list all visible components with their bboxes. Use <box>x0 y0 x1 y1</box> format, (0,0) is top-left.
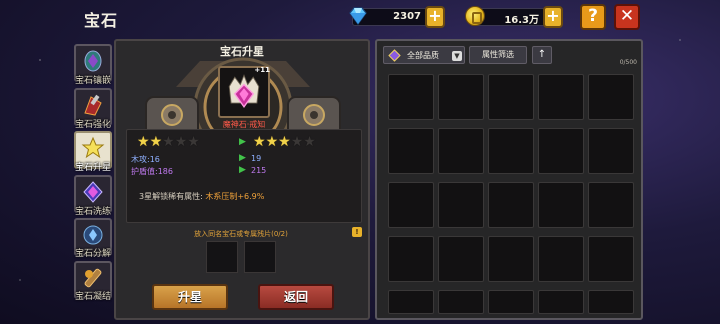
diamond-counter: 2307 + <box>349 6 445 28</box>
star-filled-icon: ★ <box>149 134 163 150</box>
inventory-slot[interactable] <box>488 74 534 120</box>
inventory-slot[interactable] <box>388 236 434 282</box>
star-filled-icon: ★ <box>137 134 150 150</box>
gem-decompose-icon <box>83 225 103 245</box>
gem-enhance-icon <box>84 94 102 116</box>
material-slot[interactable] <box>244 241 276 273</box>
inventory-slot[interactable] <box>588 236 634 282</box>
sidebar-item-label: 宝石凝结 <box>74 292 111 302</box>
gold-counter: 16.3万 + <box>465 6 563 28</box>
diamond-icon <box>349 7 367 26</box>
diamond-amount: 2307 <box>393 11 421 22</box>
inventory-capacity: 0/500 <box>619 59 637 66</box>
inventory-slot[interactable] <box>438 74 484 120</box>
inventory-slot[interactable] <box>438 128 484 174</box>
quality-filter-dropdown[interactable]: 全部品质 ▼ <box>383 46 465 64</box>
add-gold-button[interactable]: + <box>543 6 563 28</box>
chevron-down-icon: ▼ <box>452 51 462 61</box>
inventory-slot[interactable] <box>388 128 434 174</box>
inventory-slot[interactable] <box>588 74 634 120</box>
star-upgrade-panel: 宝石升星 +11 魔神石·戒知 ★★★★★ ▶ ★★★★★ 木攻:16 ▶ 19 <box>114 39 370 320</box>
inventory-slot[interactable] <box>388 182 434 228</box>
gem-socket-icon <box>84 50 102 72</box>
star-empty-icon: ★ <box>162 134 175 150</box>
star-empty-icon: ★ <box>187 134 200 150</box>
inventory-slot[interactable] <box>438 182 484 228</box>
inventory-slot[interactable] <box>538 290 584 314</box>
gem-level-badge: +11 <box>254 66 270 74</box>
rare-attribute-value: 木系压制+6.9% <box>205 192 265 201</box>
star-empty-icon: ★ <box>290 134 304 150</box>
stats-comparison-box: ★★★★★ ▶ ★★★★★ 木攻:16 ▶ 19 护盾值:186 ▶ 215 3… <box>126 129 362 223</box>
inventory-slot[interactable] <box>438 290 484 314</box>
rare-attribute-note: 3星解锁稀有属性: 木系压制+6.9% <box>139 191 264 202</box>
page-title: 宝石 <box>84 11 119 30</box>
stat-shield-current: 护盾值:186 <box>131 167 173 176</box>
inventory-slot[interactable] <box>538 128 584 174</box>
sort-arrow-icon[interactable]: ↑ <box>532 46 552 64</box>
current-stars: ★★★★★ <box>137 134 200 150</box>
gem-reforge-icon <box>83 181 103 203</box>
add-diamond-button[interactable]: + <box>425 6 445 28</box>
star-filled-icon: ★ <box>278 134 291 150</box>
info-icon[interactable]: ! <box>352 227 362 237</box>
arrow-right-icon: ▶ <box>239 165 246 175</box>
inventory-slot[interactable] <box>538 74 584 120</box>
inventory-slot[interactable] <box>488 128 534 174</box>
material-hint: 放入同名宝石或专属残片(0/2) <box>194 230 288 238</box>
quality-filter-label: 全部品质 <box>407 51 439 60</box>
arrow-right-icon: ▶ <box>239 137 246 147</box>
inventory-slot[interactable] <box>538 236 584 282</box>
inventory-slot[interactable] <box>488 290 534 314</box>
inventory-slot[interactable] <box>588 182 634 228</box>
star-empty-icon: ★ <box>303 134 316 150</box>
next-stars: ★★★★★ <box>253 134 316 150</box>
gem-crown-icon <box>228 74 260 108</box>
star-upgrade-icon <box>81 136 105 159</box>
stat-wood-attack-next: 19 <box>251 154 262 163</box>
star-empty-icon: ★ <box>174 134 188 150</box>
star-filled-icon: ★ <box>253 134 266 150</box>
gem-preview-slot[interactable]: +11 <box>218 66 270 118</box>
rare-attribute-label: 3星解锁稀有属性: <box>139 192 203 201</box>
upgrade-star-button[interactable]: 升星 <box>152 284 228 310</box>
inventory-slot[interactable] <box>438 236 484 282</box>
star-filled-icon: ★ <box>265 134 279 150</box>
gold-coin-icon <box>465 6 485 26</box>
back-button[interactable]: 返回 <box>258 284 334 310</box>
inventory-slot[interactable] <box>388 74 434 120</box>
gem-condense-icon <box>84 268 102 288</box>
sidebar-item-label: 宝石升星 <box>74 163 111 173</box>
inventory-slot[interactable] <box>388 290 434 314</box>
inventory-slot[interactable] <box>488 182 534 228</box>
material-slot[interactable] <box>206 241 238 273</box>
sidebar-item-label: 宝石镶嵌 <box>74 76 111 86</box>
gold-amount: 16.3万 <box>504 15 539 26</box>
stat-shield-next: 215 <box>251 166 267 175</box>
arrow-right-icon: ▶ <box>239 153 246 163</box>
sidebar-item-label: 宝石分解 <box>74 249 111 259</box>
attribute-filter-button[interactable]: 属性筛选 <box>469 46 527 64</box>
help-button[interactable]: ? <box>580 4 606 30</box>
stat-wood-attack-current: 木攻:16 <box>131 155 160 164</box>
inventory-slot[interactable] <box>588 128 634 174</box>
sidebar-item-label: 宝石洗练 <box>74 207 111 217</box>
sidebar-item-label: 宝石强化 <box>74 120 111 130</box>
inventory-slot[interactable] <box>488 236 534 282</box>
quality-gem-icon <box>388 49 401 62</box>
close-button[interactable]: ✕ <box>614 4 640 30</box>
inventory-slot[interactable] <box>538 182 584 228</box>
inventory-slot[interactable] <box>588 290 634 314</box>
gem-inventory-panel: 全部品质 ▼ 属性筛选 ↑ 0/500 <box>375 39 643 320</box>
